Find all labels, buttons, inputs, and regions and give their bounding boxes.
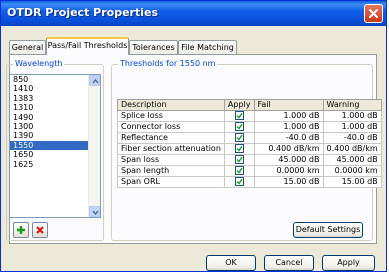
scroll-down-button[interactable] xyxy=(89,206,100,217)
list-item[interactable]: 1383 xyxy=(10,94,100,103)
thresholds-table: Description Apply Fail Warning Splice lo… xyxy=(117,99,382,188)
table-row: Splice loss 1.000 dB 1.000 dB xyxy=(117,110,382,122)
apply-checkbox[interactable] xyxy=(234,122,244,131)
table-row: Fiber section attenuation 0.400 dB/km 0.… xyxy=(117,143,382,155)
apply-cell xyxy=(223,154,255,166)
apply-button[interactable]: Apply xyxy=(322,255,375,271)
check-icon xyxy=(236,167,243,174)
check-icon xyxy=(236,123,243,130)
list-item-selected[interactable]: 1550 xyxy=(10,140,100,151)
wavelength-group-label: Wavelength xyxy=(13,59,65,69)
apply-checkbox[interactable] xyxy=(234,166,244,175)
scroll-up-button[interactable] xyxy=(89,75,100,86)
list-item[interactable]: 1410 xyxy=(10,84,100,93)
table-row: Span loss 45.000 dB 45.000 dB xyxy=(117,154,382,166)
scroll-up-icon xyxy=(92,78,99,84)
row-description: Span loss xyxy=(117,154,225,166)
column-header-fail[interactable]: Fail xyxy=(253,99,324,111)
check-icon xyxy=(236,178,243,185)
tab-file-matching[interactable]: File Matching xyxy=(178,40,237,54)
apply-cell xyxy=(223,132,255,144)
column-header-description[interactable]: Description xyxy=(117,99,225,111)
table-row: Span ORL 15.00 dB 15.00 dB xyxy=(117,176,382,188)
add-wavelength-button[interactable] xyxy=(13,222,29,238)
table-row: Reflectance -40.0 dB -40.0 dB xyxy=(117,132,382,144)
list-item[interactable]: 1300 xyxy=(10,122,100,131)
table-header: Description Apply Fail Warning xyxy=(117,99,382,111)
row-description: Connector loss xyxy=(117,121,225,133)
apply-cell xyxy=(223,121,255,133)
table-row: Span length 0.0000 km 0.0000 km xyxy=(117,165,382,177)
row-description: Span ORL xyxy=(117,176,225,188)
list-item[interactable]: 1625 xyxy=(10,160,100,169)
check-icon xyxy=(236,134,243,141)
apply-cell xyxy=(223,143,255,155)
row-description: Span length xyxy=(117,165,225,177)
wavelength-list[interactable]: 850 1410 1383 1310 1490 1300 1390 1550 1… xyxy=(9,74,101,218)
tab-pass-fail-thresholds[interactable]: Pass/Fail Thresholds xyxy=(46,37,129,55)
fail-value[interactable]: -40.0 dB xyxy=(253,132,324,144)
warning-value[interactable]: 0.0000 km xyxy=(322,165,382,177)
warning-value[interactable]: 15.00 dB xyxy=(322,176,382,188)
list-scrollbar[interactable] xyxy=(88,75,100,217)
fail-value[interactable]: 0.400 dB/km xyxy=(253,143,324,155)
remove-icon xyxy=(36,226,44,234)
apply-cell xyxy=(223,165,255,177)
thresholds-group-label: Thresholds for 1550 nm xyxy=(118,59,218,69)
fail-value[interactable]: 0.0000 km xyxy=(253,165,324,177)
tab-general[interactable]: General xyxy=(9,40,46,54)
fail-value[interactable]: 15.00 dB xyxy=(253,176,324,188)
close-icon xyxy=(369,9,378,18)
apply-cell xyxy=(223,110,255,122)
list-item[interactable]: 1390 xyxy=(10,131,100,140)
apply-checkbox[interactable] xyxy=(234,144,244,153)
title-bar[interactable]: OTDR Project Properties xyxy=(1,1,386,26)
fail-value[interactable]: 1.000 dB xyxy=(253,110,324,122)
fail-value[interactable]: 45.000 dB xyxy=(253,154,324,166)
warning-value[interactable]: -40.0 dB xyxy=(322,132,382,144)
ok-button[interactable]: OK xyxy=(206,255,256,271)
remove-wavelength-button[interactable] xyxy=(32,222,48,238)
warning-value[interactable]: 0.400 dB/km xyxy=(322,143,382,155)
column-header-warning[interactable]: Warning xyxy=(322,99,382,111)
check-icon xyxy=(236,145,243,152)
cancel-button[interactable]: Cancel xyxy=(264,255,314,271)
apply-checkbox[interactable] xyxy=(234,133,244,142)
check-icon xyxy=(236,156,243,163)
warning-value[interactable]: 1.000 dB xyxy=(322,110,382,122)
fail-value[interactable]: 1.000 dB xyxy=(253,121,324,133)
window-title: OTDR Project Properties xyxy=(7,6,159,19)
close-button[interactable] xyxy=(364,4,383,23)
dialog-window: OTDR Project Properties General Pass/Fai… xyxy=(0,0,387,272)
warning-value[interactable]: 1.000 dB xyxy=(322,121,382,133)
column-header-apply[interactable]: Apply xyxy=(223,99,255,111)
row-description: Reflectance xyxy=(117,132,225,144)
apply-checkbox[interactable] xyxy=(234,155,244,164)
check-icon xyxy=(236,112,243,119)
list-item[interactable]: 850 xyxy=(10,75,100,84)
row-description: Fiber section attenuation xyxy=(117,143,225,155)
row-description: Splice loss xyxy=(117,110,225,122)
scroll-down-icon xyxy=(92,210,99,216)
apply-cell xyxy=(223,176,255,188)
warning-value[interactable]: 45.000 dB xyxy=(322,154,382,166)
tab-tolerances[interactable]: Tolerances xyxy=(129,40,178,54)
list-item[interactable]: 1650 xyxy=(10,150,100,159)
default-settings-button[interactable]: Default Settings xyxy=(293,222,363,238)
add-icon xyxy=(17,226,25,234)
apply-checkbox[interactable] xyxy=(234,177,244,186)
list-item[interactable]: 1490 xyxy=(10,113,100,122)
table-row: Connector loss 1.000 dB 1.000 dB xyxy=(117,121,382,133)
apply-checkbox[interactable] xyxy=(234,111,244,120)
list-item[interactable]: 1310 xyxy=(10,103,100,112)
